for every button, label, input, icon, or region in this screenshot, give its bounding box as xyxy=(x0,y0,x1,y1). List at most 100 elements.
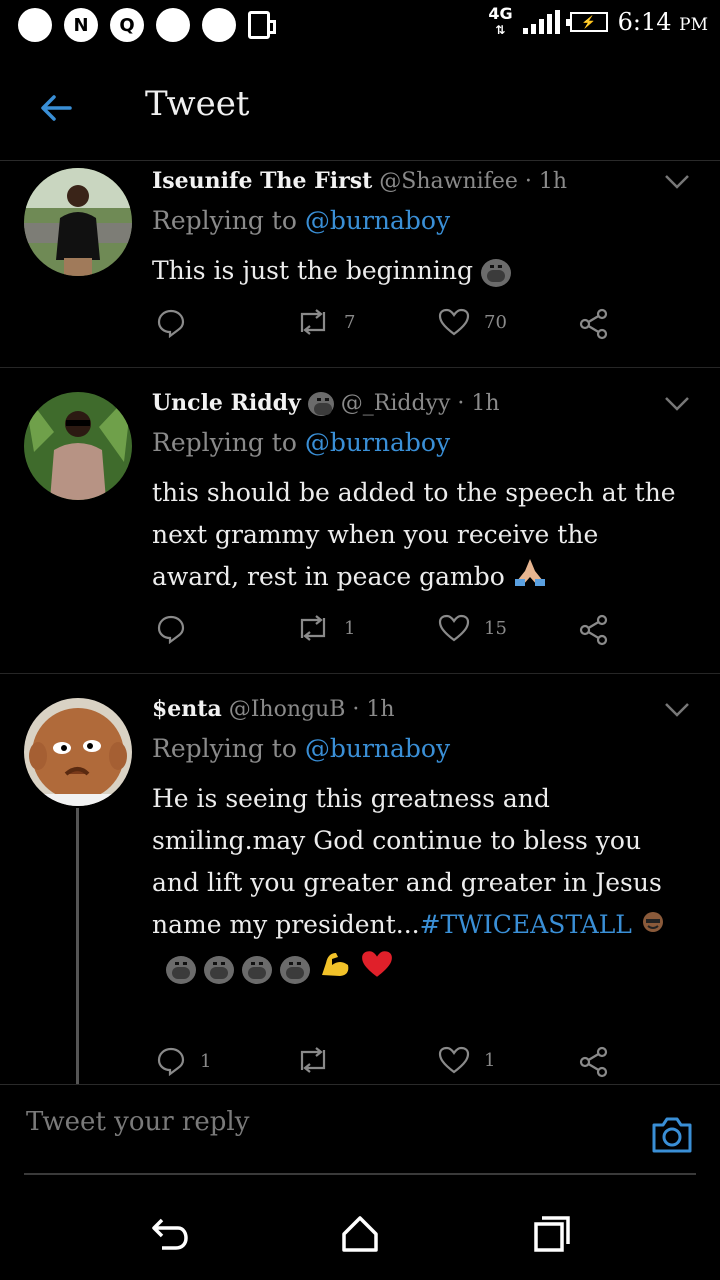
gorilla-emoji-icon xyxy=(203,956,234,984)
share-icon xyxy=(579,308,608,340)
replying-to: Replying to @burnaboy xyxy=(152,206,450,235)
replying-to-link[interactable]: @burnaboy xyxy=(305,206,450,235)
author-name[interactable]: Iseunife The First xyxy=(152,168,372,194)
status-bar-notifications: N Q xyxy=(18,8,276,42)
avatar[interactable] xyxy=(24,698,132,806)
avatar[interactable] xyxy=(24,168,132,276)
replying-prefix: Replying to xyxy=(152,206,297,235)
replying-prefix: Replying to xyxy=(152,428,297,457)
reply-count: 1 xyxy=(200,1050,212,1072)
tweet-text: This is just the beginning xyxy=(152,250,692,292)
share-button[interactable] xyxy=(578,308,610,340)
phone-icon xyxy=(248,11,276,39)
comment-icon xyxy=(157,1047,185,1076)
arrow-left-icon[interactable] xyxy=(36,88,76,128)
like-button[interactable]: 1 xyxy=(438,1046,495,1074)
back-icon[interactable] xyxy=(148,1212,192,1256)
retweet-count: 7 xyxy=(344,311,356,333)
tweet-body: this should be added to the speech at th… xyxy=(152,478,676,591)
chevron-down-icon[interactable] xyxy=(664,174,690,190)
share-icon xyxy=(579,614,608,646)
signal-icon xyxy=(522,10,560,34)
retweet-button[interactable]: 1 xyxy=(296,614,355,642)
notification-dot-icon xyxy=(202,8,236,42)
like-button[interactable]: 15 xyxy=(438,614,507,642)
gorilla-emoji-icon xyxy=(241,956,272,984)
gorilla-emoji-icon xyxy=(166,956,196,984)
tweet-header: Iseunife The First @Shawnifee · 1h xyxy=(152,168,567,194)
gorilla-emoji-icon xyxy=(480,258,511,287)
reply-divider xyxy=(24,1173,696,1175)
reply-button[interactable]: 1 xyxy=(156,1046,211,1076)
tweet-actions: 1 1 xyxy=(152,1046,622,1086)
retweet-icon xyxy=(300,615,326,641)
network-label: 4G xyxy=(488,4,513,23)
flexed-biceps-emoji-icon xyxy=(318,949,352,992)
like-count: 15 xyxy=(484,617,507,639)
tweet-header: $enta @IhonguB · 1h xyxy=(152,696,395,722)
tweet-header: Uncle Riddy @_Riddyy · 1h xyxy=(152,390,500,416)
author-handle[interactable]: @Shawnifee · 1h xyxy=(379,169,567,194)
tweet-actions: 1 15 xyxy=(152,614,622,654)
author-handle[interactable]: @_Riddyy · 1h xyxy=(341,391,500,416)
home-icon[interactable] xyxy=(338,1212,382,1256)
clock-ampm: PM xyxy=(679,15,708,35)
tweet[interactable]: $enta @IhonguB · 1h Replying to @burnabo… xyxy=(0,674,720,1084)
like-count: 70 xyxy=(484,311,507,333)
q-app-icon: Q xyxy=(110,8,144,42)
network-type: 4G ⇅ xyxy=(488,6,512,38)
gorilla-emoji-icon xyxy=(307,392,334,416)
comment-icon xyxy=(157,309,185,338)
red-heart-emoji-icon xyxy=(360,949,394,992)
status-bar-system: 4G ⇅ ⚡ 6:14 PM xyxy=(488,6,708,38)
app-header: Tweet xyxy=(0,60,720,161)
status-bar: N Q 4G ⇅ ⚡ 6:14 PM xyxy=(0,0,720,52)
notification-dot-icon xyxy=(156,8,190,42)
clock: 6:14 PM xyxy=(618,8,708,36)
tweet-text: He is seeing this greatness and smiling.… xyxy=(152,778,692,992)
retweet-button[interactable]: 7 xyxy=(296,308,355,336)
gorilla-emoji-icon xyxy=(279,956,310,984)
retweet-count: 1 xyxy=(344,617,356,639)
heart-icon xyxy=(438,308,470,336)
tweet[interactable]: Iseunife The First @Shawnifee · 1h Reply… xyxy=(0,162,720,368)
tweet-body: This is just the beginning xyxy=(152,256,473,285)
page-title: Tweet xyxy=(145,84,250,124)
reply-composer xyxy=(0,1084,720,1177)
system-nav-bar xyxy=(0,1190,720,1280)
battery-icon: ⚡ xyxy=(565,12,608,32)
retweet-button[interactable] xyxy=(296,1046,330,1074)
n-app-icon: N xyxy=(64,8,98,42)
replying-prefix: Replying to xyxy=(152,734,297,763)
replying-to: Replying to @burnaboy xyxy=(152,734,450,763)
reply-button[interactable] xyxy=(156,308,186,338)
tweet-text: this should be added to the speech at th… xyxy=(152,472,692,600)
share-button[interactable] xyxy=(578,614,610,646)
reply-input[interactable] xyxy=(24,1097,588,1147)
notification-dot-icon xyxy=(18,8,52,42)
data-arrows-icon: ⇅ xyxy=(495,23,506,37)
author-name[interactable]: Uncle Riddy xyxy=(152,390,301,416)
camera-icon[interactable] xyxy=(650,1115,694,1155)
thread-connector-line xyxy=(76,808,79,1084)
replying-to: Replying to @burnaboy xyxy=(152,428,450,457)
heart-icon xyxy=(438,1046,470,1074)
chevron-down-icon[interactable] xyxy=(664,396,690,412)
tweet[interactable]: Uncle Riddy @_Riddyy · 1h Replying to @b… xyxy=(0,368,720,674)
reply-button[interactable] xyxy=(156,614,186,644)
share-icon xyxy=(579,1046,608,1078)
recents-icon[interactable] xyxy=(530,1212,574,1256)
like-button[interactable]: 70 xyxy=(438,308,507,336)
author-handle[interactable]: @IhonguB · 1h xyxy=(229,697,395,722)
share-button[interactable] xyxy=(578,1046,610,1078)
heart-icon xyxy=(438,614,470,642)
hashtag-link[interactable]: #TWICEASTALL xyxy=(420,910,632,939)
replying-to-link[interactable]: @burnaboy xyxy=(305,734,450,763)
retweet-icon xyxy=(300,1047,326,1073)
chevron-down-icon[interactable] xyxy=(664,702,690,718)
avatar[interactable] xyxy=(24,392,132,500)
comment-icon xyxy=(157,615,185,644)
replying-to-link[interactable]: @burnaboy xyxy=(305,428,450,457)
like-count: 1 xyxy=(484,1049,496,1071)
author-name[interactable]: $enta xyxy=(152,696,222,722)
